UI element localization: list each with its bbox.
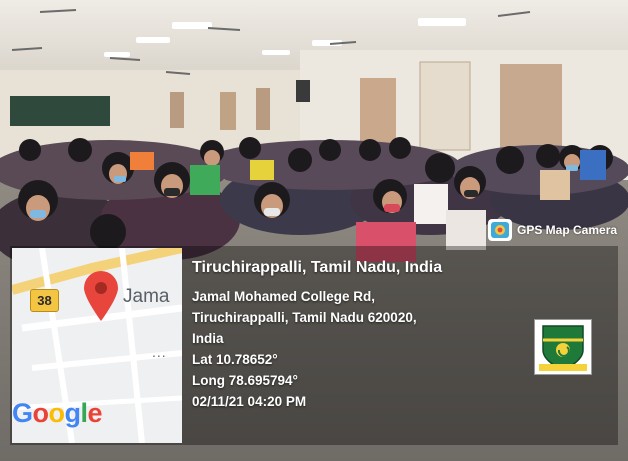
location-title: Tiruchirappalli, Tamil Nadu, India <box>192 259 443 276</box>
map-thumbnail: 38 Jama ... Google <box>12 248 182 443</box>
map-place-label: Jama <box>123 286 170 307</box>
college-crest-icon <box>534 319 592 375</box>
map-more-indicator: ... <box>152 344 167 360</box>
location-details: Tiruchirappalli, Tamil Nadu, India Jamal… <box>192 259 522 412</box>
datetime-stamp: 02/11/21 04:20 PM <box>192 394 307 409</box>
geotagged-photo: GPS Map Camera 38 Jama ... Google Tiruch… <box>0 0 628 461</box>
longitude: Long 78.695794° <box>192 373 298 388</box>
camera-icon <box>487 218 513 247</box>
route-shield: 38 <box>30 289 59 312</box>
google-logo: Google <box>12 398 103 428</box>
address-line-2: Tiruchirappalli, Tamil Nadu 620020, <box>192 310 417 325</box>
address-line-3: India <box>192 331 224 346</box>
gps-map-camera-badge: GPS Map Camera <box>484 218 628 244</box>
latitude: Lat 10.78652° <box>192 352 278 367</box>
gps-camera-label: GPS Map Camera <box>517 223 618 237</box>
address-line-1: Jamal Mohamed College Rd, <box>192 289 376 304</box>
